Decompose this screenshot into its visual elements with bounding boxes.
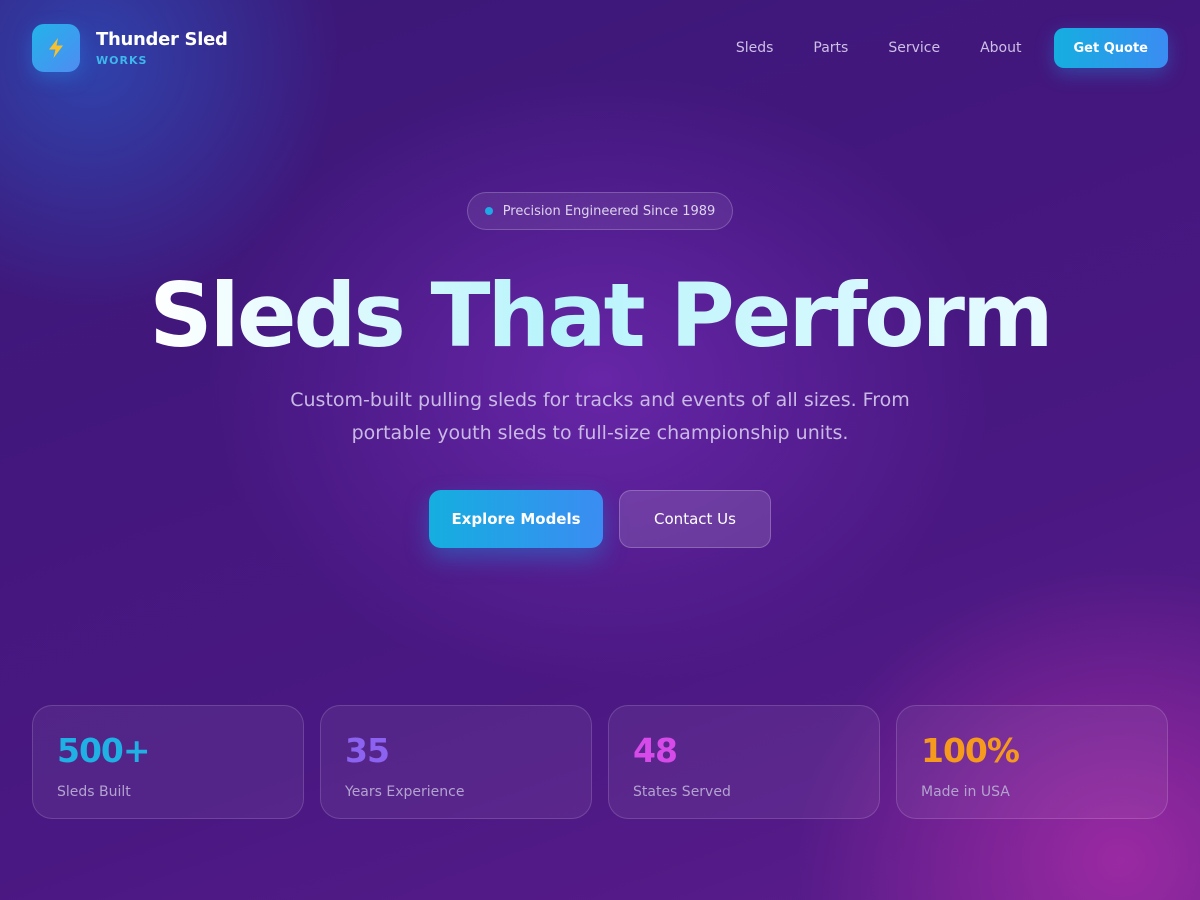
stat-card-years-experience: 35 Years Experience (320, 705, 592, 819)
stat-value: 48 (633, 731, 678, 770)
brand-text: Thunder Sled WORKS (96, 29, 228, 67)
status-dot-icon (484, 207, 493, 215)
stat-label: Years Experience (345, 784, 465, 800)
hero-badge: Precision Engineered Since 1989 (466, 192, 734, 230)
explore-models-button[interactable]: Explore Models (429, 490, 603, 548)
nav-link-parts[interactable]: Parts (813, 40, 848, 56)
stat-value: 100% (921, 731, 1020, 770)
hero-subheadline: Custom-built pulling sleds for tracks an… (290, 389, 910, 444)
stat-card-made-in-usa: 100% Made in USA (896, 705, 1168, 819)
stat-label: Made in USA (921, 784, 1010, 800)
stat-card-states-served: 48 States Served (608, 705, 880, 819)
lightning-bolt-glyph (49, 38, 63, 58)
stats-row: 500+ Sleds Built 35 Years Experience 48 … (32, 705, 1168, 819)
stat-value: 35 (345, 731, 390, 770)
stat-label: States Served (633, 784, 731, 800)
stat-card-sleds-built: 500+ Sleds Built (32, 705, 304, 819)
lightning-bolt-icon (32, 24, 80, 72)
nav-links: Sleds Parts Service About (736, 40, 1022, 56)
nav-right: Sleds Parts Service About Get Quote (736, 28, 1168, 68)
brand[interactable]: Thunder Sled WORKS (32, 24, 228, 72)
hero-headline: Sleds That Perform (149, 264, 1053, 367)
stat-label: Sleds Built (57, 784, 131, 800)
contact-us-button[interactable]: Contact Us (619, 490, 771, 548)
top-navigation: Thunder Sled WORKS Sleds Parts Service A… (32, 24, 1168, 72)
nav-link-sleds[interactable]: Sleds (736, 40, 774, 56)
get-quote-button[interactable]: Get Quote (1053, 28, 1168, 68)
nav-link-about[interactable]: About (980, 40, 1021, 56)
hero-section: Precision Engineered Since 1989 Sleds Th… (0, 192, 1200, 548)
brand-subtitle: WORKS (96, 54, 148, 67)
hero-cta-row: Explore Models Contact Us (429, 490, 771, 548)
stat-value: 500+ (57, 731, 151, 770)
hero-badge-text: Precision Engineered Since 1989 (502, 203, 716, 219)
brand-name: Thunder Sled (96, 29, 228, 50)
nav-link-service[interactable]: Service (888, 40, 940, 56)
